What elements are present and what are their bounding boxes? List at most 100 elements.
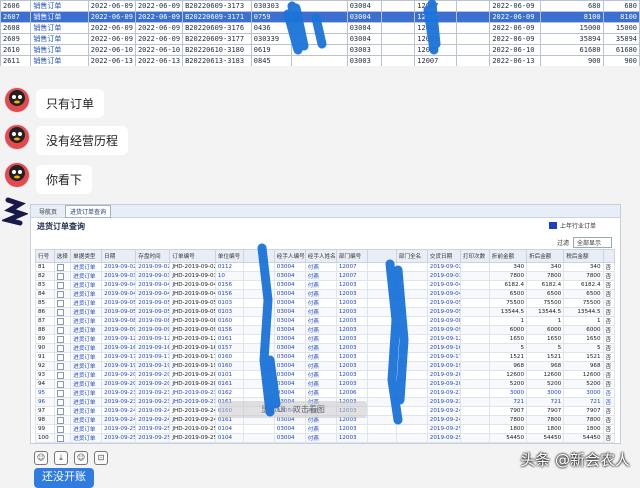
checkbox-icon[interactable] bbox=[56, 317, 64, 325]
checkbox-icon[interactable] bbox=[56, 353, 64, 361]
checkbox-icon[interactable] bbox=[56, 416, 64, 424]
row-checkbox[interactable] bbox=[53, 271, 72, 281]
table-row[interactable]: 82 进货订单 2019-09-03 2019-09-03 JHD-2019-09-03… bbox=[35, 271, 616, 281]
download-icon[interactable]: ⤓ bbox=[54, 451, 68, 465]
row-checkbox[interactable] bbox=[53, 415, 72, 425]
row-checkbox[interactable] bbox=[53, 289, 72, 299]
screenshot-icon[interactable]: ⊡ bbox=[94, 451, 108, 465]
checkbox-icon[interactable] bbox=[56, 299, 64, 307]
table-row[interactable]: 94 进货订单 2019-09-20 2019-09-20 JHD-2019-09-20… bbox=[35, 379, 616, 389]
row-checkbox[interactable] bbox=[53, 361, 72, 371]
table-cell: 1 bbox=[488, 316, 528, 326]
tab-nav[interactable]: 导航页 bbox=[35, 206, 61, 217]
checkbox-icon[interactable] bbox=[56, 272, 64, 280]
emoji-icon[interactable]: ☺ bbox=[34, 451, 48, 465]
column-header[interactable]: 部门编号 bbox=[335, 249, 368, 263]
row-checkbox[interactable] bbox=[53, 334, 72, 344]
row-checkbox[interactable] bbox=[53, 280, 72, 290]
row-checkbox[interactable] bbox=[53, 298, 72, 308]
column-header[interactable] bbox=[602, 249, 616, 263]
checkbox-icon[interactable] bbox=[56, 263, 64, 271]
checkbox-icon[interactable] bbox=[56, 308, 64, 316]
filter-select[interactable]: 全部显示 bbox=[572, 237, 612, 248]
checkbox-icon[interactable] bbox=[56, 425, 64, 433]
table-row[interactable]: 83 进货订单 2019-09-04 2019-09-04 JHD-2019-09-04… bbox=[35, 280, 616, 290]
checkbox-icon[interactable] bbox=[56, 290, 64, 298]
avatar[interactable] bbox=[4, 162, 30, 188]
column-header[interactable]: 日期 bbox=[101, 249, 137, 263]
column-header[interactable] bbox=[242, 249, 275, 263]
table-row[interactable]: 91 进货订单 2019-09-17 2019-09-17 JHD-2019-09-17… bbox=[35, 352, 616, 362]
column-header[interactable]: 打印次数 bbox=[459, 249, 490, 263]
column-header[interactable]: 部门全名 bbox=[395, 249, 428, 263]
table-row[interactable]: 93 进货订单 2019-09-20 2019-09-20 JHD-2019-09-20… bbox=[35, 370, 616, 380]
table-row[interactable]: 2607 销售订单 2022-06-09 2022-06-09 B20220609-31… bbox=[0, 11, 640, 23]
table-cell bbox=[366, 415, 397, 425]
checkbox-icon[interactable] bbox=[56, 326, 64, 334]
table-row[interactable]: 85 进货订单 2019-09-05 2019-09-05 JHD-2019-09-05… bbox=[35, 298, 616, 308]
column-header[interactable]: 折后金额 bbox=[526, 249, 565, 263]
table-row[interactable]: 95 进货订单 2019-09-23 2019-09-23 JHD-2019-09-23… bbox=[35, 388, 616, 398]
column-header[interactable]: 订单编号 bbox=[169, 249, 216, 263]
table-cell bbox=[242, 271, 275, 281]
table-cell bbox=[366, 343, 397, 353]
row-checkbox[interactable] bbox=[53, 397, 72, 407]
row-checkbox[interactable] bbox=[53, 262, 72, 272]
tab-order-query[interactable]: 进货订单查询 bbox=[65, 205, 112, 218]
column-header[interactable]: 交货日期 bbox=[426, 249, 461, 263]
table-row[interactable]: 86 进货订单 2019-09-05 2019-09-05 JHD-2019-09-05… bbox=[35, 307, 616, 317]
table-row[interactable]: 87 进货订单 2019-09-08 2019-09-08 JHD-2019-09-08… bbox=[35, 316, 616, 326]
row-checkbox[interactable] bbox=[53, 316, 72, 326]
checkbox-icon[interactable] bbox=[56, 281, 64, 289]
avatar[interactable] bbox=[4, 124, 30, 150]
row-checkbox[interactable] bbox=[53, 307, 72, 317]
table-row[interactable]: 81 进货订单 2019-09-02 2019-09-02 JHD-2019-09-02… bbox=[35, 262, 616, 272]
column-header[interactable] bbox=[366, 249, 397, 263]
row-checkbox[interactable] bbox=[53, 325, 72, 335]
column-header[interactable]: 税后金额 bbox=[563, 249, 604, 263]
table-row[interactable]: 2610 销售订单 2022-06-10 2022-06-10 B20220610-31… bbox=[0, 44, 640, 56]
image-message[interactable]: 导航页 进货订单查询 进货订单查询 上年行业订单 过滤 全部显示 行号 选择 单据类… bbox=[30, 204, 621, 444]
column-header[interactable]: 选择 bbox=[53, 249, 72, 263]
checkbox-icon[interactable] bbox=[56, 371, 64, 379]
row-checkbox[interactable] bbox=[53, 424, 72, 434]
column-header[interactable]: 经手人编号 bbox=[273, 249, 306, 263]
checkbox-icon[interactable] bbox=[56, 362, 64, 370]
table-row[interactable]: 89 进货订单 2019-09-12 2019-09-12 JHD-2019-09-12… bbox=[35, 334, 616, 344]
table-cell: 付燕 bbox=[304, 388, 337, 398]
column-header[interactable]: 存盘时间 bbox=[135, 249, 171, 263]
table-row[interactable]: 2608 销售订单 2022-06-09 2022-06-09 B20220609-31… bbox=[0, 22, 640, 34]
table-cell: 21949848.86 bbox=[488, 442, 528, 443]
row-checkbox[interactable] bbox=[53, 388, 72, 398]
checkbox-icon[interactable] bbox=[56, 335, 64, 343]
table-row[interactable]: 2606 销售订单 2022-06-09 2022-06-09 B20220609-31… bbox=[0, 0, 640, 12]
table-row[interactable]: 90 进货订单 2019-09-16 2019-09-16 JHD-2019-09-16… bbox=[35, 343, 616, 353]
table-row[interactable]: 100 进货订单 2019-09-25 2019-09-25 JHD-2019-09-2… bbox=[35, 433, 616, 443]
row-checkbox[interactable] bbox=[53, 406, 72, 416]
checkbox-icon[interactable] bbox=[56, 344, 64, 352]
row-checkbox[interactable] bbox=[53, 352, 72, 362]
table-row[interactable]: 99 进货订单 2019-09-25 2019-09-25 JHD-2019-09-25… bbox=[35, 424, 616, 434]
table-row[interactable]: 2609 销售订单 2022-06-09 2022-06-09 B20220609-31… bbox=[0, 33, 640, 45]
row-checkbox[interactable] bbox=[53, 370, 72, 380]
table-cell bbox=[366, 397, 397, 407]
row-checkbox[interactable] bbox=[53, 343, 72, 353]
column-header[interactable]: 折前金额 bbox=[488, 249, 528, 263]
column-header[interactable]: 单位编号 bbox=[214, 249, 244, 263]
table-row[interactable]: 92 进货订单 2019-09-19 2019-09-19 JHD-2019-09-19… bbox=[35, 361, 616, 371]
table-row[interactable]: 84 进货订单 2019-09-04 2019-09-04 JHD-2019-09-04… bbox=[35, 289, 616, 299]
table-row[interactable]: 2611 销售订单 2022-06-13 2022-06-13 B20220613-31… bbox=[0, 55, 640, 66]
smile-icon[interactable]: ☺ bbox=[74, 451, 88, 465]
column-header[interactable]: 行号 bbox=[35, 249, 55, 263]
checkbox-icon[interactable] bbox=[56, 380, 64, 388]
checkbox-icon[interactable] bbox=[56, 398, 64, 406]
checkbox-icon[interactable] bbox=[56, 434, 64, 442]
checkbox-icon[interactable] bbox=[56, 407, 64, 415]
checkbox-icon[interactable] bbox=[56, 389, 64, 397]
row-checkbox[interactable] bbox=[53, 379, 72, 389]
table-row[interactable]: 88 进货订单 2019-09-09 2019-09-09 JHD-2019-09-09… bbox=[35, 325, 616, 335]
row-checkbox[interactable] bbox=[53, 433, 72, 443]
column-header[interactable]: 单据类型 bbox=[70, 249, 103, 263]
avatar[interactable] bbox=[4, 87, 30, 113]
column-header[interactable]: 经手人姓名 bbox=[304, 249, 337, 263]
